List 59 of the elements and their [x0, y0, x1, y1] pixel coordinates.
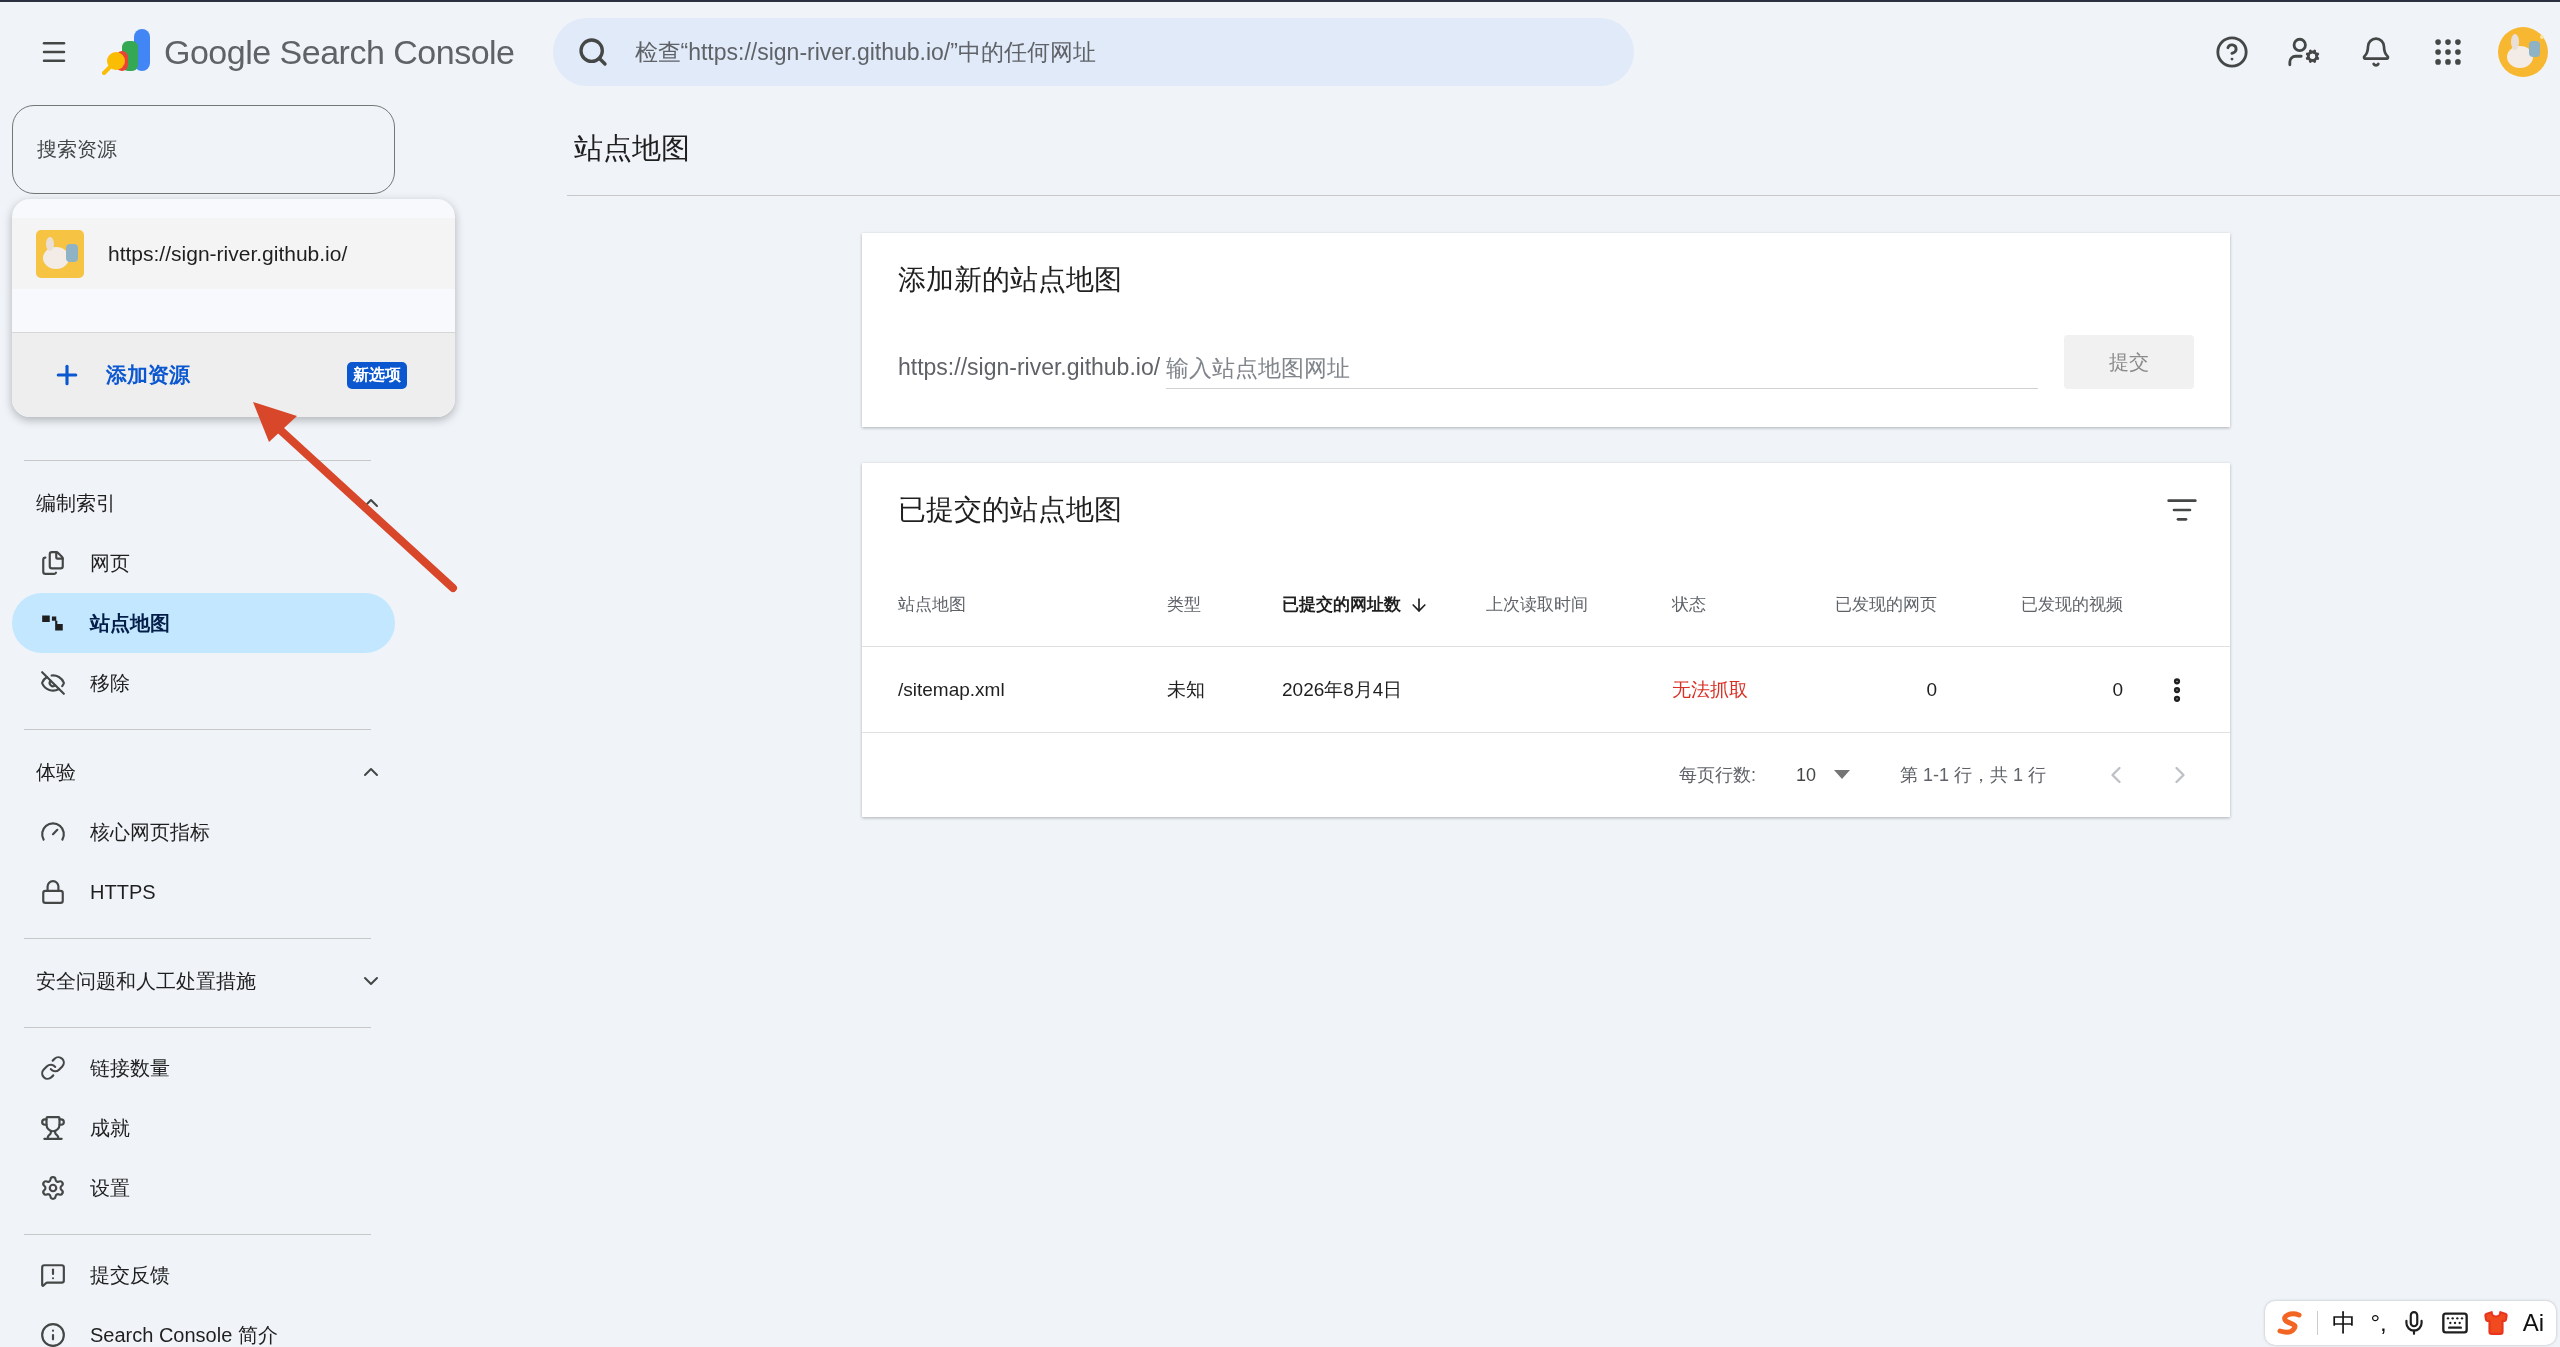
- eye-off-icon: [40, 670, 66, 696]
- section-header[interactable]: 体验: [12, 742, 395, 802]
- nav-item[interactable]: 提交反馈: [12, 1245, 395, 1305]
- url-prefix: https://sign-river.github.io/: [898, 354, 1161, 382]
- input-mode-toggle[interactable]: 中: [2332, 1307, 2357, 1339]
- table-cell-text: /sitemap.xml: [898, 678, 1006, 701]
- link-icon: [40, 1055, 66, 1081]
- nav-item[interactable]: 设置: [12, 1158, 395, 1218]
- feedback-icon: [40, 1262, 66, 1288]
- nav-item[interactable]: HTTPS: [12, 862, 395, 922]
- section-header[interactable]: 安全问题和人工处置措施: [12, 951, 395, 1011]
- search-icon: [576, 36, 609, 68]
- rows-per-page-select[interactable]: 10: [1795, 764, 1850, 786]
- column-header[interactable]: 上次读取时间: [1486, 593, 1672, 616]
- product-name: Google Search Console: [164, 32, 515, 72]
- lock-icon: [40, 879, 66, 905]
- nav-item[interactable]: 网页: [12, 533, 395, 593]
- page-title: 站点地图: [567, 102, 2560, 196]
- dropdown-icon: [1833, 770, 1850, 780]
- url-inspection-search-field[interactable]: 检查“https://sign-river.github.io/”中的任何网址: [632, 37, 1597, 67]
- column-header[interactable]: 站点地图: [898, 593, 1167, 616]
- rows-per-page-label: 每页行数:: [1678, 764, 1756, 787]
- column-header[interactable]: 状态: [1672, 593, 1822, 616]
- column-header[interactable]: 已发现的视频: [1937, 593, 2123, 616]
- help-icon[interactable]: [2215, 35, 2249, 69]
- nav-item[interactable]: 移除: [12, 653, 395, 713]
- shirt-icon[interactable]: [2482, 1310, 2509, 1336]
- ime-logo-icon[interactable]: [2277, 1310, 2304, 1336]
- nav-item[interactable]: Search Console 简介: [12, 1305, 395, 1347]
- trophy-icon: [40, 1115, 66, 1141]
- card-title: 添加新的站点地图: [898, 263, 1122, 297]
- ai-button[interactable]: Ai: [2522, 1309, 2544, 1337]
- property-item[interactable]: https://sign-river.github.io/: [12, 218, 455, 289]
- nav-item[interactable]: 核心网页指标: [12, 802, 395, 862]
- notifications-icon[interactable]: [2360, 36, 2392, 68]
- nav-item[interactable]: 链接数量: [12, 1038, 395, 1098]
- table-cell-text: 2026年8月4日: [1282, 677, 1404, 702]
- page-range: 第 1-1 行，共 1 行: [1899, 764, 2046, 787]
- add-property-link[interactable]: 添加资源: [106, 361, 190, 389]
- column-header[interactable]: 类型: [1167, 593, 1282, 616]
- table-cell-text: 0: [1925, 678, 1937, 701]
- settings-icon: [40, 1175, 66, 1201]
- section-header[interactable]: 编制索引: [12, 473, 395, 533]
- property-url: https://sign-river.github.io/: [108, 241, 348, 266]
- info-icon: [40, 1322, 66, 1347]
- punctuation-toggle[interactable]: °,: [2370, 1309, 2387, 1337]
- nav-item[interactable]: 站点地图: [12, 593, 395, 653]
- column-header[interactable]: 已发现的网页: [1822, 593, 1937, 616]
- card-title: 已提交的站点地图: [898, 493, 1122, 527]
- nav-item[interactable]: 成就: [12, 1098, 395, 1158]
- search-field[interactable]: 检查“https://sign-river.github.io/”中的任何网址: [552, 18, 1634, 86]
- user-settings-icon[interactable]: [2287, 35, 2321, 69]
- column-header[interactable]: 已提交的网址数: [1282, 593, 1486, 616]
- table-cell-text: 未知: [1167, 677, 1206, 702]
- status-cell-text: 无法抓取: [1672, 677, 1749, 702]
- property-search-field[interactable]: 搜索资源: [12, 105, 395, 194]
- pages-icon: [40, 550, 66, 576]
- table-cell-text: 0: [2111, 678, 2123, 701]
- new-badge: 新选项: [347, 361, 407, 389]
